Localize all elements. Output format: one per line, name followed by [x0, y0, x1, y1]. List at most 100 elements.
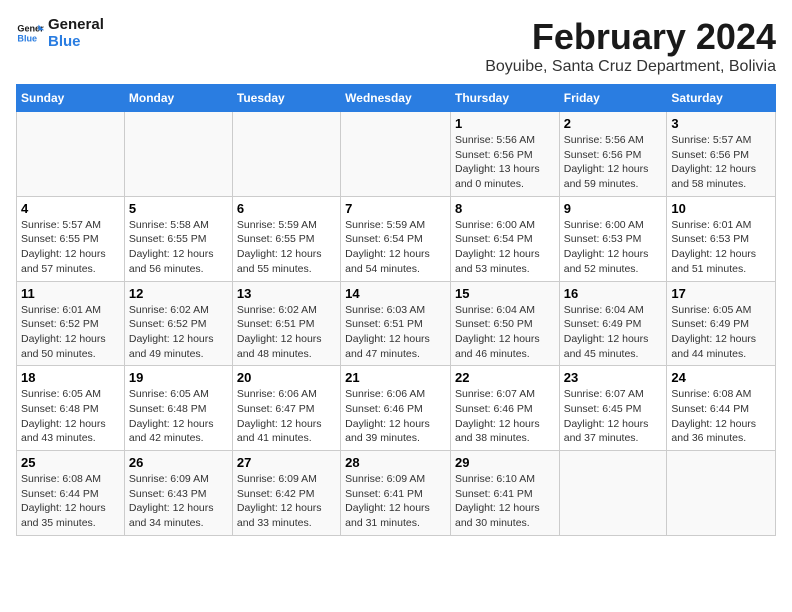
calendar-cell: 1 Sunrise: 5:56 AMSunset: 6:56 PMDaylight…: [450, 112, 559, 197]
calendar-cell: 8 Sunrise: 6:00 AMSunset: 6:54 PMDaylight…: [450, 196, 559, 281]
calendar-cell: [667, 451, 776, 536]
day-number: 2: [564, 116, 663, 131]
day-header-sunday: Sunday: [17, 85, 125, 112]
day-header-friday: Friday: [559, 85, 667, 112]
day-number: 6: [237, 201, 336, 216]
day-number: 12: [129, 286, 228, 301]
calendar-cell: 23 Sunrise: 6:07 AMSunset: 6:45 PMDayligh…: [559, 366, 667, 451]
day-info: Sunrise: 6:01 AMSunset: 6:53 PMDaylight:…: [671, 218, 771, 277]
logo-icon: General Blue: [16, 19, 44, 47]
calendar-cell: 9 Sunrise: 6:00 AMSunset: 6:53 PMDaylight…: [559, 196, 667, 281]
calendar-cell: 14 Sunrise: 6:03 AMSunset: 6:51 PMDayligh…: [341, 281, 451, 366]
day-number: 22: [455, 370, 555, 385]
day-header-wednesday: Wednesday: [341, 85, 451, 112]
day-number: 3: [671, 116, 771, 131]
logo-text-line2: Blue: [48, 33, 104, 50]
day-info: Sunrise: 5:57 AMSunset: 6:55 PMDaylight:…: [21, 218, 120, 277]
day-info: Sunrise: 6:05 AMSunset: 6:48 PMDaylight:…: [21, 387, 120, 446]
svg-text:Blue: Blue: [17, 33, 37, 43]
day-info: Sunrise: 6:07 AMSunset: 6:45 PMDaylight:…: [564, 387, 663, 446]
day-header-monday: Monday: [124, 85, 232, 112]
day-info: Sunrise: 6:06 AMSunset: 6:47 PMDaylight:…: [237, 387, 336, 446]
month-title: February 2024: [485, 16, 776, 58]
calendar-cell: 3 Sunrise: 5:57 AMSunset: 6:56 PMDaylight…: [667, 112, 776, 197]
day-number: 5: [129, 201, 228, 216]
day-number: 1: [455, 116, 555, 131]
day-info: Sunrise: 6:09 AMSunset: 6:41 PMDaylight:…: [345, 472, 446, 531]
day-number: 23: [564, 370, 663, 385]
day-number: 16: [564, 286, 663, 301]
day-number: 20: [237, 370, 336, 385]
calendar-cell: 25 Sunrise: 6:08 AMSunset: 6:44 PMDayligh…: [17, 451, 125, 536]
calendar-cell: 20 Sunrise: 6:06 AMSunset: 6:47 PMDayligh…: [232, 366, 340, 451]
calendar-cell: 27 Sunrise: 6:09 AMSunset: 6:42 PMDayligh…: [232, 451, 340, 536]
day-info: Sunrise: 6:00 AMSunset: 6:54 PMDaylight:…: [455, 218, 555, 277]
day-number: 7: [345, 201, 446, 216]
calendar-cell: 29 Sunrise: 6:10 AMSunset: 6:41 PMDayligh…: [450, 451, 559, 536]
calendar-cell: 15 Sunrise: 6:04 AMSunset: 6:50 PMDayligh…: [450, 281, 559, 366]
day-info: Sunrise: 6:04 AMSunset: 6:50 PMDaylight:…: [455, 303, 555, 362]
day-number: 10: [671, 201, 771, 216]
calendar-cell: 22 Sunrise: 6:07 AMSunset: 6:46 PMDayligh…: [450, 366, 559, 451]
calendar-cell: 11Sunrise: 6:01 AMSunset: 6:52 PMDayligh…: [17, 281, 125, 366]
title-block: February 2024 Boyuibe, Santa Cruz Depart…: [485, 16, 776, 76]
calendar-cell: 2Sunrise: 5:56 AMSunset: 6:56 PMDaylight…: [559, 112, 667, 197]
day-number: 4: [21, 201, 120, 216]
calendar-cell: [232, 112, 340, 197]
calendar-cell: 21 Sunrise: 6:06 AMSunset: 6:46 PMDayligh…: [341, 366, 451, 451]
day-info: Sunrise: 5:56 AMSunset: 6:56 PMDaylight:…: [455, 133, 555, 192]
day-info: Sunrise: 6:09 AMSunset: 6:42 PMDaylight:…: [237, 472, 336, 531]
calendar-cell: 17 Sunrise: 6:05 AMSunset: 6:49 PMDayligh…: [667, 281, 776, 366]
calendar-cell: 5 Sunrise: 5:58 AMSunset: 6:55 PMDaylight…: [124, 196, 232, 281]
day-header-saturday: Saturday: [667, 85, 776, 112]
day-info: Sunrise: 6:10 AMSunset: 6:41 PMDaylight:…: [455, 472, 555, 531]
week-row-4: 18 Sunrise: 6:05 AMSunset: 6:48 PMDayligh…: [17, 366, 776, 451]
day-number: 28: [345, 455, 446, 470]
week-row-2: 4 Sunrise: 5:57 AMSunset: 6:55 PMDaylight…: [17, 196, 776, 281]
day-info: Sunrise: 6:05 AMSunset: 6:49 PMDaylight:…: [671, 303, 771, 362]
day-number: 26: [129, 455, 228, 470]
calendar-cell: 19Sunrise: 6:05 AMSunset: 6:48 PMDayligh…: [124, 366, 232, 451]
day-header-thursday: Thursday: [450, 85, 559, 112]
day-info: Sunrise: 5:57 AMSunset: 6:56 PMDaylight:…: [671, 133, 771, 192]
calendar-table: SundayMondayTuesdayWednesdayThursdayFrid…: [16, 84, 776, 536]
calendar-cell: [124, 112, 232, 197]
day-number: 18: [21, 370, 120, 385]
calendar-cell: [341, 112, 451, 197]
day-number: 17: [671, 286, 771, 301]
day-number: 29: [455, 455, 555, 470]
logo: General Blue General Blue: [16, 16, 104, 50]
day-number: 24: [671, 370, 771, 385]
day-info: Sunrise: 6:04 AMSunset: 6:49 PMDaylight:…: [564, 303, 663, 362]
day-number: 11: [21, 286, 120, 301]
day-number: 25: [21, 455, 120, 470]
logo-text-line1: General: [48, 16, 104, 33]
week-row-5: 25 Sunrise: 6:08 AMSunset: 6:44 PMDayligh…: [17, 451, 776, 536]
day-number: 27: [237, 455, 336, 470]
calendar-cell: 7Sunrise: 5:59 AMSunset: 6:54 PMDaylight…: [341, 196, 451, 281]
day-number: 14: [345, 286, 446, 301]
day-info: Sunrise: 6:03 AMSunset: 6:51 PMDaylight:…: [345, 303, 446, 362]
day-info: Sunrise: 6:08 AMSunset: 6:44 PMDaylight:…: [21, 472, 120, 531]
calendar-cell: 13Sunrise: 6:02 AMSunset: 6:51 PMDayligh…: [232, 281, 340, 366]
day-number: 21: [345, 370, 446, 385]
week-row-3: 11Sunrise: 6:01 AMSunset: 6:52 PMDayligh…: [17, 281, 776, 366]
week-row-1: 1 Sunrise: 5:56 AMSunset: 6:56 PMDaylight…: [17, 112, 776, 197]
day-number: 8: [455, 201, 555, 216]
day-info: Sunrise: 6:06 AMSunset: 6:46 PMDaylight:…: [345, 387, 446, 446]
day-info: Sunrise: 6:00 AMSunset: 6:53 PMDaylight:…: [564, 218, 663, 277]
day-info: Sunrise: 6:02 AMSunset: 6:51 PMDaylight:…: [237, 303, 336, 362]
calendar-cell: 4 Sunrise: 5:57 AMSunset: 6:55 PMDaylight…: [17, 196, 125, 281]
day-number: 15: [455, 286, 555, 301]
calendar-cell: 10 Sunrise: 6:01 AMSunset: 6:53 PMDayligh…: [667, 196, 776, 281]
calendar-cell: [17, 112, 125, 197]
calendar-cell: [559, 451, 667, 536]
day-info: Sunrise: 5:58 AMSunset: 6:55 PMDaylight:…: [129, 218, 228, 277]
calendar-cell: 24Sunrise: 6:08 AMSunset: 6:44 PMDayligh…: [667, 366, 776, 451]
day-number: 9: [564, 201, 663, 216]
calendar-cell: 16 Sunrise: 6:04 AMSunset: 6:49 PMDayligh…: [559, 281, 667, 366]
location-title: Boyuibe, Santa Cruz Department, Bolivia: [485, 58, 776, 76]
day-info: Sunrise: 6:07 AMSunset: 6:46 PMDaylight:…: [455, 387, 555, 446]
day-info: Sunrise: 6:05 AMSunset: 6:48 PMDaylight:…: [129, 387, 228, 446]
day-info: Sunrise: 5:59 AMSunset: 6:55 PMDaylight:…: [237, 218, 336, 277]
